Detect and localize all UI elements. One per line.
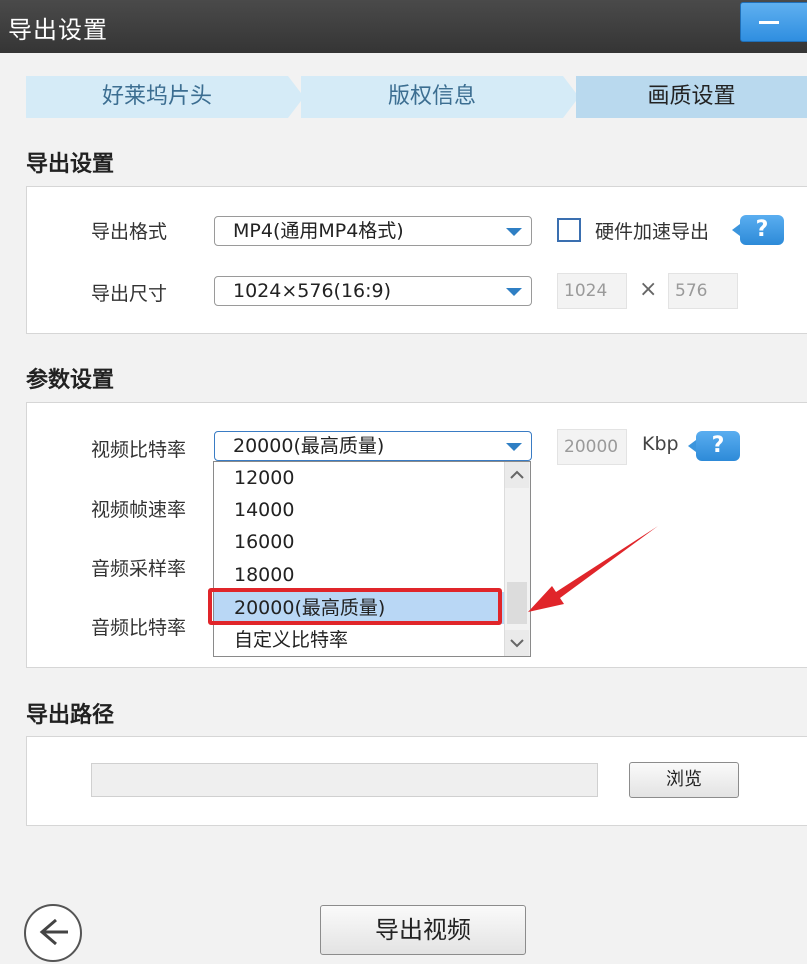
chevron-down-icon <box>506 228 522 236</box>
minimize-icon <box>759 21 779 24</box>
back-button[interactable] <box>24 904 82 962</box>
audio-rate-label: 音频采样率 <box>91 558 187 580</box>
section-path-title: 导出路径 <box>26 703 115 728</box>
scroll-up-button[interactable] <box>505 462 529 488</box>
option-12000[interactable]: 12000 <box>234 462 294 494</box>
size-select[interactable]: 1024×576(16:9) <box>214 276 532 306</box>
step-wizard: 好莱坞片头 版权信息 画质设置 <box>26 76 807 118</box>
bitrate-dropdown-list: 12000 14000 16000 18000 20000(最高质量) 自定义比… <box>213 461 531 657</box>
help-icon[interactable]: ? <box>732 215 784 245</box>
video-bitrate-value: 20000(最高质量) <box>233 435 385 457</box>
step-quality[interactable]: 画质设置 <box>576 76 807 118</box>
chevron-up-icon <box>510 470 524 479</box>
bitrate-unit: Kbp <box>642 433 679 455</box>
option-14000[interactable]: 14000 <box>234 494 294 526</box>
annotation-arrow-icon <box>528 526 658 612</box>
export-path-input[interactable] <box>91 763 598 797</box>
step-quality-label: 画质设置 <box>647 84 736 109</box>
help-glyph: ? <box>755 217 769 242</box>
minimize-button[interactable] <box>740 2 807 42</box>
help-glyph: ? <box>711 433 725 458</box>
format-label: 导出格式 <box>91 221 168 243</box>
option-18000[interactable]: 18000 <box>234 559 294 591</box>
section-export-title: 导出设置 <box>26 152 115 177</box>
format-value: MP4(通用MP4格式) <box>233 220 404 242</box>
help-icon[interactable]: ? <box>688 431 740 461</box>
height-input[interactable]: 576 <box>668 273 738 309</box>
fps-label: 视频帧速率 <box>91 499 187 521</box>
window-title: 导出设置 <box>8 16 108 44</box>
step-copyright[interactable]: 版权信息 <box>301 76 563 118</box>
step-copyright-label: 版权信息 <box>387 84 476 109</box>
chevron-down-icon <box>506 288 522 296</box>
hw-accel-checkbox[interactable] <box>557 218 581 242</box>
step-intro[interactable]: 好莱坞片头 <box>26 76 288 118</box>
step-intro-label: 好莱坞片头 <box>101 84 212 109</box>
title-bar: 导出设置 <box>0 0 807 53</box>
export-video-button[interactable]: 导出视频 <box>320 905 526 955</box>
size-label: 导出尺寸 <box>91 283 168 305</box>
chevron-down-icon <box>506 443 522 451</box>
export-settings-panel: 导出格式 MP4(通用MP4格式) 硬件加速导出 ? 导出尺寸 1024×576… <box>26 186 807 334</box>
browse-button[interactable]: 浏览 <box>629 762 739 798</box>
arrow-left-icon <box>39 918 68 946</box>
highlight-annotation-box <box>208 588 502 625</box>
hw-accel-label: 硬件加速导出 <box>595 221 710 243</box>
times-symbol: × <box>639 277 658 302</box>
scroll-down-button[interactable] <box>505 630 529 656</box>
video-bitrate-label: 视频比特率 <box>91 439 187 461</box>
bitrate-input[interactable]: 20000 <box>557 429 627 465</box>
size-value: 1024×576(16:9) <box>233 280 392 302</box>
option-16000[interactable]: 16000 <box>234 526 294 558</box>
option-custom-bitrate[interactable]: 自定义比特率 <box>234 624 348 656</box>
width-input[interactable]: 1024 <box>557 273 627 309</box>
video-bitrate-select[interactable]: 20000(最高质量) <box>214 431 532 461</box>
chevron-down-icon <box>510 639 524 648</box>
format-select[interactable]: MP4(通用MP4格式) <box>214 216 532 246</box>
audio-bitrate-label: 音频比特率 <box>91 617 187 639</box>
section-params-title: 参数设置 <box>26 368 115 393</box>
